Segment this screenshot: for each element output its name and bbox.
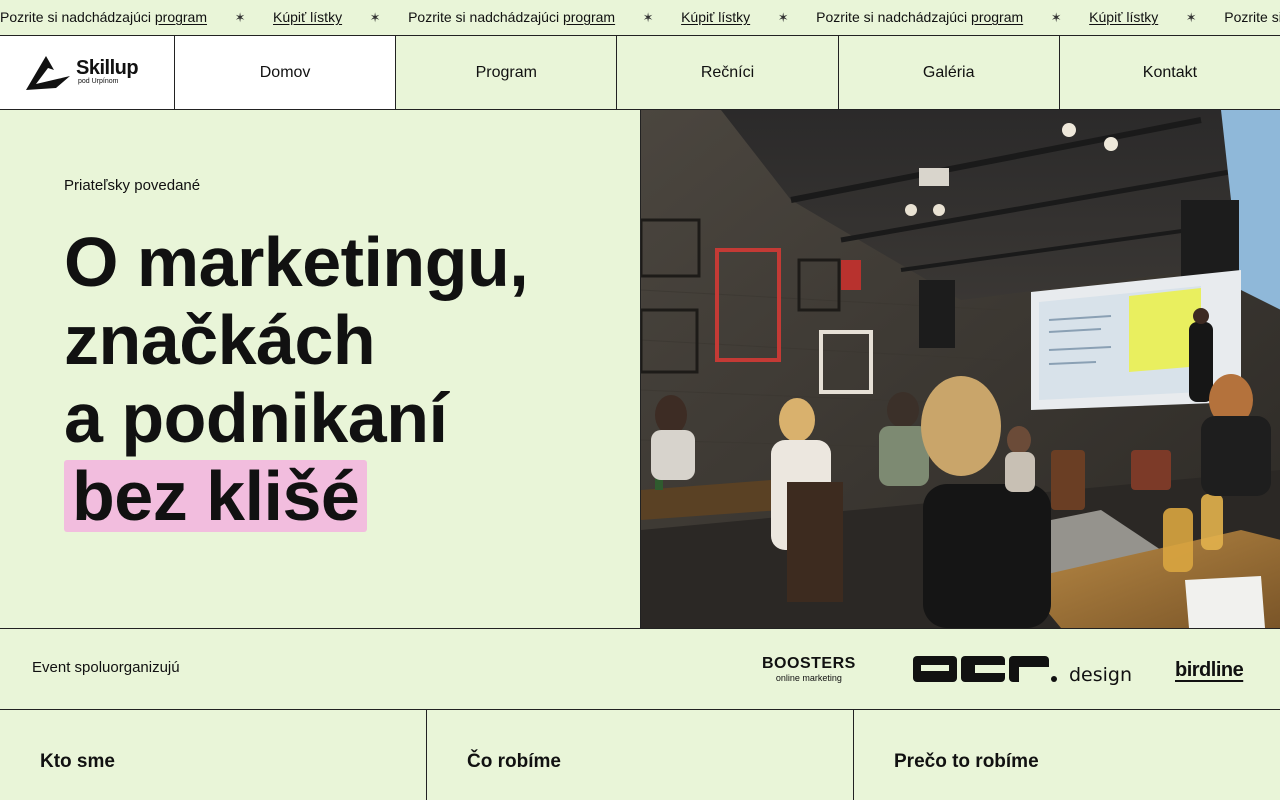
ticker-program-link[interactable]: program [563, 9, 615, 25]
ticker-item: Pozrite si nadchádzajúci program [408, 0, 615, 34]
sponsors-label: Event spoluorganizujú [32, 659, 180, 676]
nav-item-recnici[interactable]: Rečníci [617, 36, 839, 109]
logo-name: Skillup [76, 57, 139, 79]
sponsors-bar: Event spoluorganizujú BOOSTERS online ma… [0, 628, 1280, 710]
logo-tagline: pod Urpínom [78, 78, 119, 85]
acr-logo-icon [913, 656, 1057, 682]
nav-item-program[interactable]: Program [396, 36, 618, 109]
hero-headline: O marketingu, značkách a podnikaní bez k… [64, 223, 529, 535]
birdline-logo[interactable]: birdline [1175, 629, 1244, 711]
card-preco-to-robime[interactable]: Prečo to robíme [854, 710, 1280, 800]
ticker-item: Pozrite si nadchádzajúci program [816, 0, 1023, 34]
nav-item-galeria[interactable]: Galéria [839, 36, 1060, 109]
ticker-text: Pozrite si nadchádzajúci [0, 9, 155, 25]
acr-design-logo[interactable]: design [913, 629, 1132, 711]
star-separator-icon: ✶ [369, 10, 381, 25]
ticker-item: Kúpiť lístky [681, 0, 750, 34]
birdline-logo-name: birdline [1175, 658, 1244, 681]
event-photo-illustration [641, 110, 1280, 628]
hero-section: Priateľsky povedané O marketingu, značká… [0, 110, 640, 628]
hero-event-photo [640, 110, 1280, 628]
headline-line: značkách [64, 301, 376, 379]
star-separator-icon: ✶ [1185, 10, 1197, 25]
card-co-robime[interactable]: Čo robíme [427, 710, 854, 800]
logo-text: Skillup pod Urpínom [76, 57, 139, 86]
main-nav: Skillup pod Urpínom Domov Program Rečníc… [0, 36, 1280, 110]
ticker-item: Kúpiť lístky [273, 0, 342, 34]
logo[interactable]: Skillup pod Urpínom [0, 36, 175, 109]
hero-eyebrow: Priateľsky povedané [64, 177, 201, 194]
ticker-program-link[interactable]: program [971, 9, 1023, 25]
ticker-track: Pozrite si nadchádzajúci program ✶ Kúpiť l… [0, 0, 1280, 35]
info-cards: Kto sme Čo robíme Prečo to robíme [0, 710, 1280, 800]
boosters-logo[interactable]: BOOSTERS online marketing [762, 629, 856, 711]
star-separator-icon: ✶ [1050, 10, 1062, 25]
star-separator-icon: ✶ [777, 10, 789, 25]
ticker-item: Pozrite si nadchádzajúci program [0, 0, 207, 34]
ticker-text: Pozrite si nadchádzajúci [408, 9, 563, 25]
headline-line: O marketingu, [64, 223, 529, 301]
acr-design-text: design [1069, 664, 1133, 686]
boosters-logo-sub: online marketing [775, 673, 842, 683]
ticker-tickets-link[interactable]: Kúpiť lístky [1089, 9, 1158, 25]
ticker-text: Pozrite si nadchádzajúci [816, 9, 972, 25]
mountain-logo-icon [26, 55, 70, 90]
ticker-tickets-link[interactable]: Kúpiť lístky [273, 9, 342, 25]
headline-line: a podnikaní [64, 379, 448, 457]
card-kto-sme[interactable]: Kto sme [0, 710, 427, 800]
boosters-logo-name: BOOSTERS [762, 655, 856, 672]
star-separator-icon: ✶ [234, 10, 246, 25]
ticker-item: Pozrite si n [1224, 0, 1280, 34]
nav-item-kontakt[interactable]: Kontakt [1060, 36, 1280, 109]
star-separator-icon: ✶ [642, 10, 654, 25]
ticker-text: Pozrite si n [1224, 9, 1280, 25]
ticker-item: Kúpiť lístky [1089, 0, 1158, 34]
announcement-ticker: Pozrite si nadchádzajúci program ✶ Kúpiť l… [0, 0, 1280, 36]
ticker-tickets-link[interactable]: Kúpiť lístky [681, 9, 750, 25]
ticker-program-link[interactable]: program [155, 9, 207, 25]
nav-item-domov[interactable]: Domov [175, 36, 397, 109]
headline-highlight: bez klišé [64, 460, 368, 532]
